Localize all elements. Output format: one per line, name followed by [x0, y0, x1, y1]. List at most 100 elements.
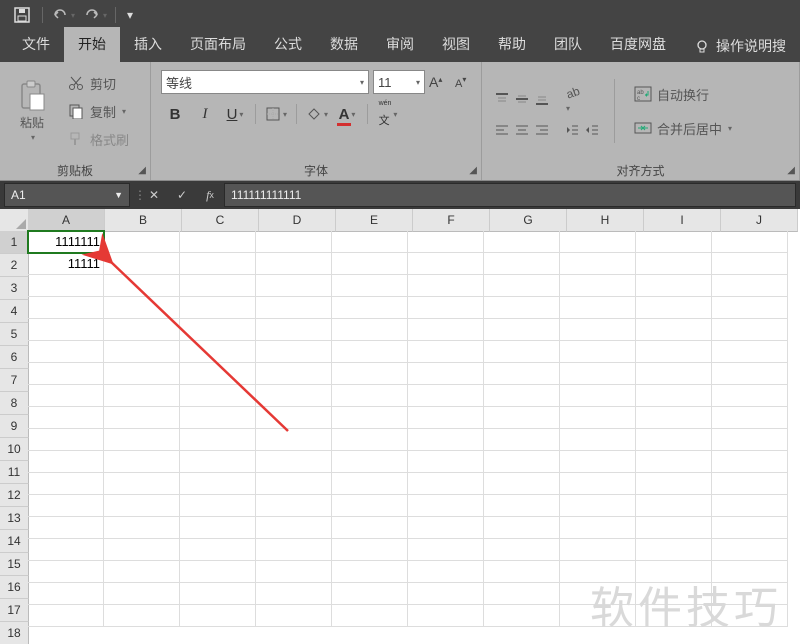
cell[interactable] [28, 561, 104, 583]
cell[interactable] [484, 539, 560, 561]
tab-view[interactable]: 视图 [428, 27, 484, 62]
cell[interactable] [180, 451, 256, 473]
column-header[interactable]: E [336, 209, 413, 232]
row-header[interactable]: 11 [0, 461, 29, 484]
cell[interactable] [104, 473, 180, 495]
cell[interactable] [180, 253, 256, 275]
cell[interactable] [712, 231, 788, 253]
cell[interactable] [560, 253, 636, 275]
cell[interactable] [104, 539, 180, 561]
cell[interactable] [408, 363, 484, 385]
cell[interactable] [180, 385, 256, 407]
cell[interactable] [408, 407, 484, 429]
cell[interactable] [408, 495, 484, 517]
cell[interactable] [104, 583, 180, 605]
cell[interactable] [28, 407, 104, 429]
wrap-text-button[interactable]: abc自动换行 [629, 82, 736, 106]
cell[interactable] [712, 407, 788, 429]
tab-team[interactable]: 团队 [540, 27, 596, 62]
cell[interactable] [636, 451, 712, 473]
format-painter-button[interactable]: 格式刷 [62, 127, 133, 151]
cell[interactable] [28, 539, 104, 561]
cell[interactable] [636, 363, 712, 385]
cell[interactable] [332, 561, 408, 583]
cell[interactable] [28, 429, 104, 451]
cell[interactable] [560, 297, 636, 319]
cell[interactable] [560, 319, 636, 341]
undo-button[interactable]: ▾ [49, 3, 77, 27]
cell[interactable] [180, 583, 256, 605]
cell[interactable] [712, 517, 788, 539]
cell[interactable] [332, 385, 408, 407]
cell[interactable] [256, 539, 332, 561]
cell[interactable] [712, 473, 788, 495]
cell[interactable] [256, 275, 332, 297]
cell[interactable] [104, 407, 180, 429]
cell[interactable] [560, 385, 636, 407]
tab-file[interactable]: 文件 [8, 27, 64, 62]
cell[interactable] [332, 429, 408, 451]
cell[interactable] [560, 605, 636, 627]
cell[interactable] [408, 429, 484, 451]
cell[interactable] [712, 319, 788, 341]
cell[interactable] [180, 231, 256, 253]
cell[interactable] [28, 583, 104, 605]
font-size-select[interactable]: 11▾ [373, 70, 425, 94]
tab-data[interactable]: 数据 [316, 27, 372, 62]
cell[interactable] [28, 451, 104, 473]
row-header[interactable]: 13 [0, 507, 29, 530]
cell[interactable] [104, 341, 180, 363]
cell[interactable] [560, 495, 636, 517]
cell[interactable] [636, 341, 712, 363]
cell[interactable] [560, 451, 636, 473]
bold-button[interactable]: B [161, 102, 189, 126]
cell[interactable] [256, 407, 332, 429]
alignment-dialog-launcher[interactable]: ◢ [787, 165, 795, 176]
cell[interactable] [484, 605, 560, 627]
cell[interactable] [332, 363, 408, 385]
cell[interactable] [636, 253, 712, 275]
cell[interactable] [256, 253, 332, 275]
cell[interactable] [104, 605, 180, 627]
align-top-button[interactable] [494, 91, 510, 107]
cell[interactable] [484, 297, 560, 319]
increase-indent-button[interactable] [584, 122, 600, 138]
cell[interactable] [636, 385, 712, 407]
cell[interactable] [332, 517, 408, 539]
column-header[interactable]: G [490, 209, 567, 232]
cell[interactable] [256, 297, 332, 319]
cell[interactable] [484, 231, 560, 253]
column-header[interactable]: D [259, 209, 336, 232]
cell[interactable] [180, 407, 256, 429]
cell[interactable] [636, 407, 712, 429]
cell[interactable]: 1111111 [28, 231, 104, 253]
cell[interactable] [484, 385, 560, 407]
tab-help[interactable]: 帮助 [484, 27, 540, 62]
cell[interactable] [408, 385, 484, 407]
paste-button[interactable]: 粘贴 ▾ [8, 71, 56, 151]
cell[interactable] [180, 319, 256, 341]
cell[interactable] [104, 495, 180, 517]
cell[interactable] [636, 539, 712, 561]
cell[interactable] [180, 517, 256, 539]
cell[interactable] [636, 561, 712, 583]
row-header[interactable]: 18 [0, 622, 29, 644]
cell[interactable] [28, 275, 104, 297]
cell[interactable] [104, 231, 180, 253]
enter-formula-button[interactable]: ✓ [168, 184, 196, 206]
clipboard-dialog-launcher[interactable]: ◢ [138, 165, 146, 176]
cell[interactable] [332, 341, 408, 363]
formula-input[interactable]: 111111111111 [224, 183, 796, 207]
cell[interactable] [104, 275, 180, 297]
phonetic-guide-button[interactable]: wén文▾ [374, 102, 402, 126]
row-header[interactable]: 7 [0, 369, 29, 392]
cell[interactable] [560, 517, 636, 539]
cell[interactable] [560, 363, 636, 385]
cell[interactable] [180, 495, 256, 517]
cell[interactable] [256, 319, 332, 341]
cell[interactable] [256, 341, 332, 363]
cell[interactable] [28, 495, 104, 517]
cell[interactable] [180, 297, 256, 319]
cell[interactable] [104, 561, 180, 583]
borders-button[interactable]: ▾ [262, 102, 290, 126]
